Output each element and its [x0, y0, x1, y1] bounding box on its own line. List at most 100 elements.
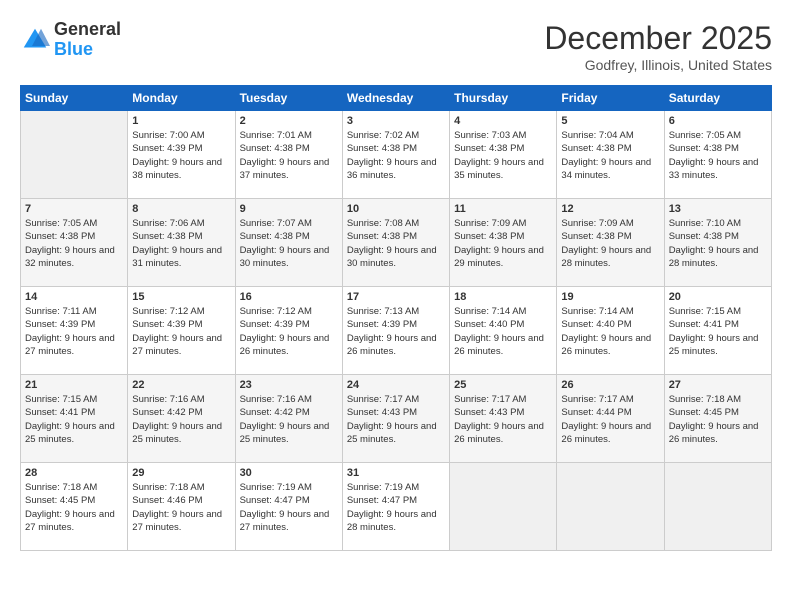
day-number: 20: [669, 291, 767, 303]
month-title: December 2025: [544, 20, 772, 57]
day-number: 25: [454, 379, 552, 391]
cell-info: Sunrise: 7:13 AMSunset: 4:39 PMDaylight:…: [347, 305, 445, 358]
location-title: Godfrey, Illinois, United States: [544, 57, 772, 73]
calendar-header: SundayMondayTuesdayWednesdayThursdayFrid…: [21, 86, 772, 111]
calendar-cell: 23 Sunrise: 7:16 AMSunset: 4:42 PMDayligh…: [235, 375, 342, 463]
header-cell-monday: Monday: [128, 86, 235, 111]
header-cell-friday: Friday: [557, 86, 664, 111]
day-number: 4: [454, 115, 552, 127]
cell-info: Sunrise: 7:16 AMSunset: 4:42 PMDaylight:…: [132, 393, 230, 446]
calendar-cell: 31Sunrise: 7:19 AMSunset: 4:47 PMDayligh…: [342, 463, 449, 551]
calendar-cell: 21 Sunrise: 7:15 AMSunset: 4:41 PMDayligh…: [21, 375, 128, 463]
cell-info: Sunrise: 7:08 AMSunset: 4:38 PMDaylight:…: [347, 217, 445, 270]
cell-info: Sunrise: 7:17 AMSunset: 4:43 PMDaylight:…: [454, 393, 552, 446]
calendar-cell: 6Sunrise: 7:05 AMSunset: 4:38 PMDaylight…: [664, 111, 771, 199]
calendar-table: SundayMondayTuesdayWednesdayThursdayFrid…: [20, 85, 772, 551]
header-cell-thursday: Thursday: [450, 86, 557, 111]
week-row-5: 28Sunrise: 7:18 AMSunset: 4:45 PMDayligh…: [21, 463, 772, 551]
cell-info: Sunrise: 7:09 AMSunset: 4:38 PMDaylight:…: [454, 217, 552, 270]
calendar-cell: 29Sunrise: 7:18 AMSunset: 4:46 PMDayligh…: [128, 463, 235, 551]
cell-info: Sunrise: 7:04 AMSunset: 4:38 PMDaylight:…: [561, 129, 659, 182]
cell-info: Sunrise: 7:14 AMSunset: 4:40 PMDaylight:…: [561, 305, 659, 358]
cell-info: Sunrise: 7:11 AMSunset: 4:39 PMDaylight:…: [25, 305, 123, 358]
cell-info: Sunrise: 7:17 AMSunset: 4:43 PMDaylight:…: [347, 393, 445, 446]
day-number: 19: [561, 291, 659, 303]
day-number: 5: [561, 115, 659, 127]
logo: General Blue: [20, 20, 121, 60]
day-number: 29: [132, 467, 230, 479]
day-number: 8: [132, 203, 230, 215]
cell-info: Sunrise: 7:07 AMSunset: 4:38 PMDaylight:…: [240, 217, 338, 270]
day-number: 31: [347, 467, 445, 479]
day-number: 7: [25, 203, 123, 215]
day-number: 21: [25, 379, 123, 391]
header-cell-sunday: Sunday: [21, 86, 128, 111]
cell-info: Sunrise: 7:05 AMSunset: 4:38 PMDaylight:…: [25, 217, 123, 270]
cell-info: Sunrise: 7:12 AMSunset: 4:39 PMDaylight:…: [240, 305, 338, 358]
calendar-cell: 14Sunrise: 7:11 AMSunset: 4:39 PMDayligh…: [21, 287, 128, 375]
day-number: 12: [561, 203, 659, 215]
calendar-cell: 13 Sunrise: 7:10 AMSunset: 4:38 PMDayligh…: [664, 199, 771, 287]
calendar-cell: 5 Sunrise: 7:04 AMSunset: 4:38 PMDaylight…: [557, 111, 664, 199]
cell-info: Sunrise: 7:02 AMSunset: 4:38 PMDaylight:…: [347, 129, 445, 182]
week-row-4: 21 Sunrise: 7:15 AMSunset: 4:41 PMDayligh…: [21, 375, 772, 463]
calendar-cell: 16 Sunrise: 7:12 AMSunset: 4:39 PMDayligh…: [235, 287, 342, 375]
header-row: SundayMondayTuesdayWednesdayThursdayFrid…: [21, 86, 772, 111]
logo-text: General Blue: [54, 20, 121, 60]
calendar-cell: 30 Sunrise: 7:19 AMSunset: 4:47 PMDayligh…: [235, 463, 342, 551]
calendar-cell: [557, 463, 664, 551]
calendar-cell: 27 Sunrise: 7:18 AMSunset: 4:45 PMDayligh…: [664, 375, 771, 463]
calendar-cell: 25 Sunrise: 7:17 AMSunset: 4:43 PMDayligh…: [450, 375, 557, 463]
day-number: 10: [347, 203, 445, 215]
cell-info: Sunrise: 7:19 AMSunset: 4:47 PMDaylight:…: [240, 481, 338, 534]
cell-info: Sunrise: 7:01 AMSunset: 4:38 PMDaylight:…: [240, 129, 338, 182]
day-number: 3: [347, 115, 445, 127]
cell-info: Sunrise: 7:14 AMSunset: 4:40 PMDaylight:…: [454, 305, 552, 358]
day-number: 6: [669, 115, 767, 127]
cell-info: Sunrise: 7:18 AMSunset: 4:45 PMDaylight:…: [25, 481, 123, 534]
calendar-cell: 10 Sunrise: 7:08 AMSunset: 4:38 PMDayligh…: [342, 199, 449, 287]
calendar-cell: 18 Sunrise: 7:14 AMSunset: 4:40 PMDayligh…: [450, 287, 557, 375]
calendar-cell: 8 Sunrise: 7:06 AMSunset: 4:38 PMDaylight…: [128, 199, 235, 287]
calendar-cell: [664, 463, 771, 551]
cell-info: Sunrise: 7:09 AMSunset: 4:38 PMDaylight:…: [561, 217, 659, 270]
cell-info: Sunrise: 7:18 AMSunset: 4:45 PMDaylight:…: [669, 393, 767, 446]
week-row-2: 7 Sunrise: 7:05 AMSunset: 4:38 PMDaylight…: [21, 199, 772, 287]
calendar-cell: 9 Sunrise: 7:07 AMSunset: 4:38 PMDaylight…: [235, 199, 342, 287]
cell-info: Sunrise: 7:15 AMSunset: 4:41 PMDaylight:…: [25, 393, 123, 446]
cell-info: Sunrise: 7:00 AMSunset: 4:39 PMDaylight:…: [132, 129, 230, 182]
cell-info: Sunrise: 7:15 AMSunset: 4:41 PMDaylight:…: [669, 305, 767, 358]
calendar-cell: 12 Sunrise: 7:09 AMSunset: 4:38 PMDayligh…: [557, 199, 664, 287]
calendar-cell: [450, 463, 557, 551]
day-number: 18: [454, 291, 552, 303]
page: General Blue December 2025 Godfrey, Illi…: [0, 0, 792, 612]
title-block: December 2025 Godfrey, Illinois, United …: [544, 20, 772, 73]
day-number: 13: [669, 203, 767, 215]
cell-info: Sunrise: 7:10 AMSunset: 4:38 PMDaylight:…: [669, 217, 767, 270]
logo-blue: Blue: [54, 40, 121, 60]
calendar-cell: 2Sunrise: 7:01 AMSunset: 4:38 PMDaylight…: [235, 111, 342, 199]
calendar-cell: 3 Sunrise: 7:02 AMSunset: 4:38 PMDaylight…: [342, 111, 449, 199]
calendar-cell: 22Sunrise: 7:16 AMSunset: 4:42 PMDayligh…: [128, 375, 235, 463]
day-number: 16: [240, 291, 338, 303]
day-number: 30: [240, 467, 338, 479]
cell-info: Sunrise: 7:12 AMSunset: 4:39 PMDaylight:…: [132, 305, 230, 358]
day-number: 23: [240, 379, 338, 391]
day-number: 27: [669, 379, 767, 391]
calendar-cell: 4 Sunrise: 7:03 AMSunset: 4:38 PMDaylight…: [450, 111, 557, 199]
day-number: 24: [347, 379, 445, 391]
day-number: 26: [561, 379, 659, 391]
calendar-cell: 17 Sunrise: 7:13 AMSunset: 4:39 PMDayligh…: [342, 287, 449, 375]
day-number: 9: [240, 203, 338, 215]
calendar-cell: 11 Sunrise: 7:09 AMSunset: 4:38 PMDayligh…: [450, 199, 557, 287]
day-number: 15: [132, 291, 230, 303]
day-number: 17: [347, 291, 445, 303]
calendar-cell: 24 Sunrise: 7:17 AMSunset: 4:43 PMDayligh…: [342, 375, 449, 463]
logo-general: General: [54, 20, 121, 40]
calendar-cell: 28Sunrise: 7:18 AMSunset: 4:45 PMDayligh…: [21, 463, 128, 551]
day-number: 11: [454, 203, 552, 215]
cell-info: Sunrise: 7:16 AMSunset: 4:42 PMDaylight:…: [240, 393, 338, 446]
header-cell-saturday: Saturday: [664, 86, 771, 111]
cell-info: Sunrise: 7:06 AMSunset: 4:38 PMDaylight:…: [132, 217, 230, 270]
cell-info: Sunrise: 7:03 AMSunset: 4:38 PMDaylight:…: [454, 129, 552, 182]
